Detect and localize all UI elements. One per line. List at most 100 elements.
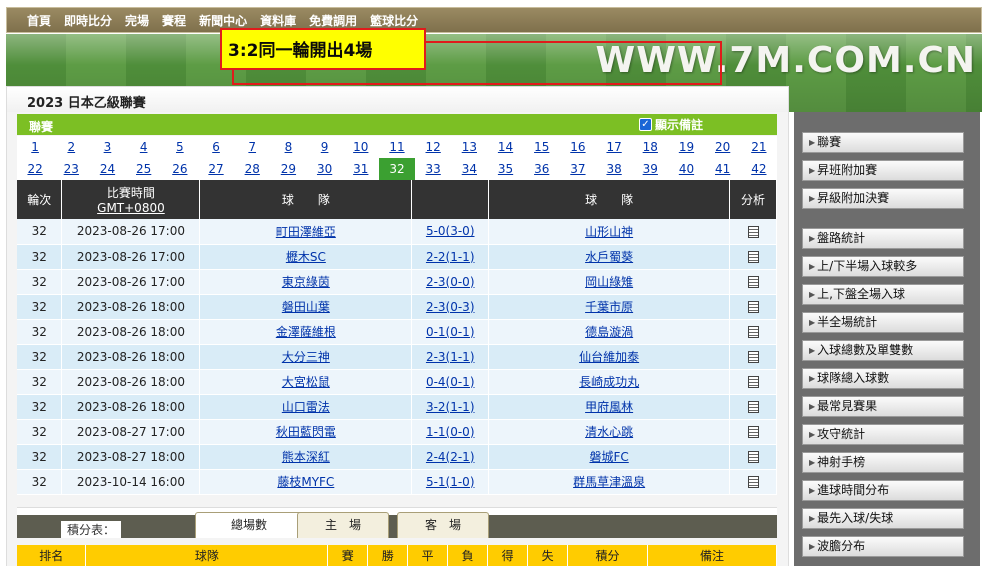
- round-link-27[interactable]: 27: [208, 162, 223, 176]
- sidebar-item[interactable]: ▶ 上,下盤全場入球: [802, 284, 964, 305]
- nav-fixtures[interactable]: 賽程: [162, 12, 186, 29]
- away-team-link[interactable]: 千葉市原: [585, 300, 633, 314]
- match-score-link[interactable]: 2-3(0-0): [426, 275, 475, 289]
- round-link-16[interactable]: 16: [570, 140, 585, 154]
- round-link-14[interactable]: 14: [498, 140, 513, 154]
- round-link-38[interactable]: 38: [606, 162, 621, 176]
- round-link-34[interactable]: 34: [462, 162, 477, 176]
- away-team-link[interactable]: 甲府風林: [585, 400, 633, 414]
- home-team-link[interactable]: 大分三神: [282, 350, 330, 364]
- round-link-28[interactable]: 28: [245, 162, 260, 176]
- round-link-35[interactable]: 35: [498, 162, 513, 176]
- analysis-sheet-icon[interactable]: [747, 426, 759, 438]
- round-link-33[interactable]: 33: [426, 162, 441, 176]
- sidebar-item[interactable]: ▶ 波膽分布: [802, 536, 964, 557]
- home-team-link[interactable]: 山口雷法: [282, 400, 330, 414]
- home-team-link[interactable]: 櫪木SC: [286, 250, 326, 264]
- home-team-link[interactable]: 大宮松鼠: [282, 375, 330, 389]
- away-team-link[interactable]: 群馬草津溫泉: [573, 475, 645, 489]
- round-link-11[interactable]: 11: [389, 140, 404, 154]
- sidebar-item[interactable]: ▶ 攻守統計: [802, 424, 964, 445]
- nav-database[interactable]: 資料庫: [260, 12, 296, 29]
- round-link-21[interactable]: 21: [751, 140, 766, 154]
- match-score-link[interactable]: 0-1(0-1): [426, 325, 475, 339]
- round-link-9[interactable]: 9: [321, 140, 329, 154]
- checkbox-checked-icon[interactable]: ✓: [639, 118, 652, 131]
- nav-basketball[interactable]: 籃球比分: [370, 12, 418, 29]
- round-link-13[interactable]: 13: [462, 140, 477, 154]
- analysis-sheet-icon[interactable]: [747, 401, 759, 413]
- round-link-40[interactable]: 40: [679, 162, 694, 176]
- home-team-link[interactable]: 金澤薩維根: [276, 325, 336, 339]
- match-score-link[interactable]: 2-4(2-1): [426, 450, 475, 464]
- round-link-2[interactable]: 2: [67, 140, 75, 154]
- match-score-link[interactable]: 2-3(0-3): [426, 300, 475, 314]
- analysis-sheet-icon[interactable]: [747, 476, 759, 488]
- nav-news[interactable]: 新聞中心: [199, 12, 247, 29]
- nav-results[interactable]: 完場: [125, 12, 149, 29]
- sidebar-item[interactable]: ▶ 入球總數及單雙數: [802, 340, 964, 361]
- timezone-link[interactable]: GMT+0800: [62, 201, 199, 215]
- round-link-18[interactable]: 18: [643, 140, 658, 154]
- round-link-22[interactable]: 22: [27, 162, 42, 176]
- home-team-link[interactable]: 磐田山葉: [282, 300, 330, 314]
- round-link-31[interactable]: 31: [353, 162, 368, 176]
- round-link-42[interactable]: 42: [751, 162, 766, 176]
- analysis-sheet-icon[interactable]: [747, 351, 759, 363]
- away-team-link[interactable]: 德島漩渦: [585, 325, 633, 339]
- home-team-link[interactable]: 東京綠茵: [282, 275, 330, 289]
- round-link-7[interactable]: 7: [248, 140, 256, 154]
- round-link-30[interactable]: 30: [317, 162, 332, 176]
- sidebar-item[interactable]: ▶ 上/下半場入球較多: [802, 256, 964, 277]
- sidebar-item[interactable]: ▶ 昇班附加賽: [802, 160, 964, 181]
- away-team-link[interactable]: 水戶蜀葵: [585, 250, 633, 264]
- sidebar-item[interactable]: ▶ 神射手榜: [802, 452, 964, 473]
- home-team-link[interactable]: 藤枝MYFC: [277, 475, 334, 489]
- analysis-sheet-icon[interactable]: [747, 301, 759, 313]
- match-score-link[interactable]: 2-2(1-1): [426, 250, 475, 264]
- home-team-link[interactable]: 熊本深紅: [282, 450, 330, 464]
- round-link-36[interactable]: 36: [534, 162, 549, 176]
- away-team-link[interactable]: 岡山綠雉: [585, 275, 633, 289]
- round-link-20[interactable]: 20: [715, 140, 730, 154]
- nav-home[interactable]: 首頁: [27, 12, 51, 29]
- analysis-sheet-icon[interactable]: [747, 276, 759, 288]
- home-team-link[interactable]: 秋田藍閃電: [276, 425, 336, 439]
- sidebar-item[interactable]: ▶ 進球時間分布: [802, 480, 964, 501]
- round-link-4[interactable]: 4: [140, 140, 148, 154]
- round-link-5[interactable]: 5: [176, 140, 184, 154]
- match-score-link[interactable]: 0-4(0-1): [426, 375, 475, 389]
- sidebar-item[interactable]: ▶ 最常見賽果: [802, 396, 964, 417]
- sidebar-item[interactable]: ▶ 盤路統計: [802, 228, 964, 249]
- analysis-sheet-icon[interactable]: [747, 225, 759, 238]
- away-team-link[interactable]: 磐城FC: [589, 450, 628, 464]
- analysis-sheet-icon[interactable]: [747, 451, 759, 463]
- round-link-25[interactable]: 25: [136, 162, 151, 176]
- analysis-sheet-icon[interactable]: [747, 376, 759, 388]
- round-link-10[interactable]: 10: [353, 140, 368, 154]
- match-score-link[interactable]: 2-3(1-1): [426, 350, 475, 364]
- away-team-link[interactable]: 長崎成功丸: [579, 375, 639, 389]
- home-team-link[interactable]: 町田澤維亞: [276, 225, 336, 239]
- tab-home[interactable]: 主 場: [297, 512, 389, 538]
- match-score-link[interactable]: 3-2(1-1): [426, 400, 475, 414]
- match-score-link[interactable]: 1-1(0-0): [426, 425, 475, 439]
- sidebar-item[interactable]: ▶ 半全場統計: [802, 312, 964, 333]
- round-link-12[interactable]: 12: [426, 140, 441, 154]
- sidebar-item[interactable]: ▶ 聯賽: [802, 132, 964, 153]
- away-team-link[interactable]: 山形山神: [585, 225, 633, 239]
- round-link-3[interactable]: 3: [104, 140, 112, 154]
- tab-total[interactable]: 總場數: [195, 512, 303, 538]
- round-link-8[interactable]: 8: [285, 140, 293, 154]
- nav-free-embed[interactable]: 免費調用: [309, 12, 357, 29]
- sidebar-item[interactable]: ▶ 最先入球/失球: [802, 508, 964, 529]
- round-link-41[interactable]: 41: [715, 162, 730, 176]
- round-link-19[interactable]: 19: [679, 140, 694, 154]
- away-team-link[interactable]: 仙台維加泰: [579, 350, 639, 364]
- show-remark-toggle[interactable]: ✓ 顯示備註: [639, 116, 703, 133]
- round-link-26[interactable]: 26: [172, 162, 187, 176]
- round-link-39[interactable]: 39: [643, 162, 658, 176]
- round-link-1[interactable]: 1: [31, 140, 39, 154]
- sidebar-item[interactable]: ▶ 昇級附加決賽: [802, 188, 964, 209]
- away-team-link[interactable]: 清水心跳: [585, 425, 633, 439]
